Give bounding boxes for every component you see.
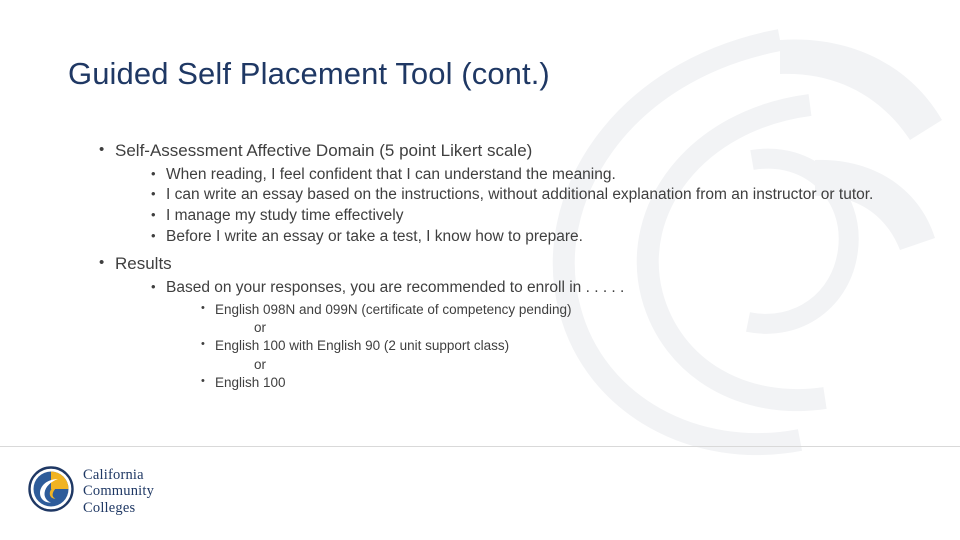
bullet-glyph-icon: • bbox=[201, 375, 205, 388]
list-item: • English 100 bbox=[199, 374, 886, 392]
bullet-list-level2: • When reading, I feel confident that I … bbox=[149, 165, 886, 247]
bullet-glyph-icon: • bbox=[99, 141, 105, 158]
list-item: • English 098N and 099N (certificate of … bbox=[199, 301, 886, 319]
bullet-glyph-icon: • bbox=[151, 278, 156, 294]
list-item-label: English 100 bbox=[215, 375, 286, 391]
list-item: • I manage my study time effectively bbox=[149, 206, 886, 227]
california-community-colleges-logo: California Community Colleges bbox=[28, 466, 154, 517]
bullet-glyph-icon: • bbox=[99, 254, 105, 272]
page-title: Guided Self Placement Tool (cont.) bbox=[68, 56, 550, 91]
bullet-list-level3: • English 098N and 099N (certificate of … bbox=[199, 301, 886, 393]
list-item: • I can write an essay based on the inst… bbox=[149, 185, 886, 206]
list-item: • English 100 with English 90 (2 unit su… bbox=[199, 337, 886, 355]
bullet-glyph-icon: • bbox=[151, 165, 156, 181]
list-item-label: Self-Assessment Affective Domain (5 poin… bbox=[115, 141, 533, 160]
slide: Guided Self Placement Tool (cont.) • Sel… bbox=[0, 0, 960, 540]
list-item-label: Based on your responses, you are recomme… bbox=[166, 278, 625, 296]
list-item: • When reading, I feel confident that I … bbox=[149, 165, 886, 186]
list-item-label: When reading, I feel confident that I ca… bbox=[166, 165, 616, 183]
bullet-glyph-icon: • bbox=[151, 227, 156, 243]
list-item-label: I can write an essay based on the instru… bbox=[166, 186, 874, 204]
logo-wordmark: California Community Colleges bbox=[83, 467, 154, 516]
list-item-label: English 100 with English 90 (2 unit supp… bbox=[215, 338, 510, 354]
list-item: • Before I write an essay or take a test… bbox=[149, 227, 886, 248]
bullet-glyph-icon: • bbox=[201, 338, 205, 351]
bullet-glyph-icon: • bbox=[201, 301, 205, 314]
list-item: • Self-Assessment Affective Domain (5 po… bbox=[96, 140, 886, 247]
list-item: • Based on your responses, you are recom… bbox=[149, 278, 886, 392]
list-item-label: I manage my study time effectively bbox=[166, 206, 404, 224]
list-item: • Results • Based on your responses, you… bbox=[96, 253, 886, 392]
slide-body: • Self-Assessment Affective Domain (5 po… bbox=[96, 140, 886, 393]
list-item-label: Before I write an essay or take a test, … bbox=[166, 227, 583, 245]
list-item-label: English 098N and 099N (certificate of co… bbox=[215, 301, 572, 317]
logo-line-3: Colleges bbox=[83, 499, 136, 516]
ccc-seal-icon bbox=[28, 466, 74, 517]
bullet-glyph-icon: • bbox=[151, 206, 156, 222]
list-item-label: Results bbox=[115, 254, 172, 274]
bullet-list-level1: • Self-Assessment Affective Domain (5 po… bbox=[96, 140, 886, 392]
connector-text: or bbox=[254, 356, 267, 372]
connector-text: or bbox=[254, 319, 267, 335]
logo-line-1: California bbox=[83, 467, 144, 484]
footer-divider bbox=[0, 446, 960, 447]
bullet-list-level2: • Based on your responses, you are recom… bbox=[149, 278, 886, 392]
bullet-glyph-icon: • bbox=[151, 186, 156, 202]
logo-line-2: Community bbox=[83, 483, 155, 500]
